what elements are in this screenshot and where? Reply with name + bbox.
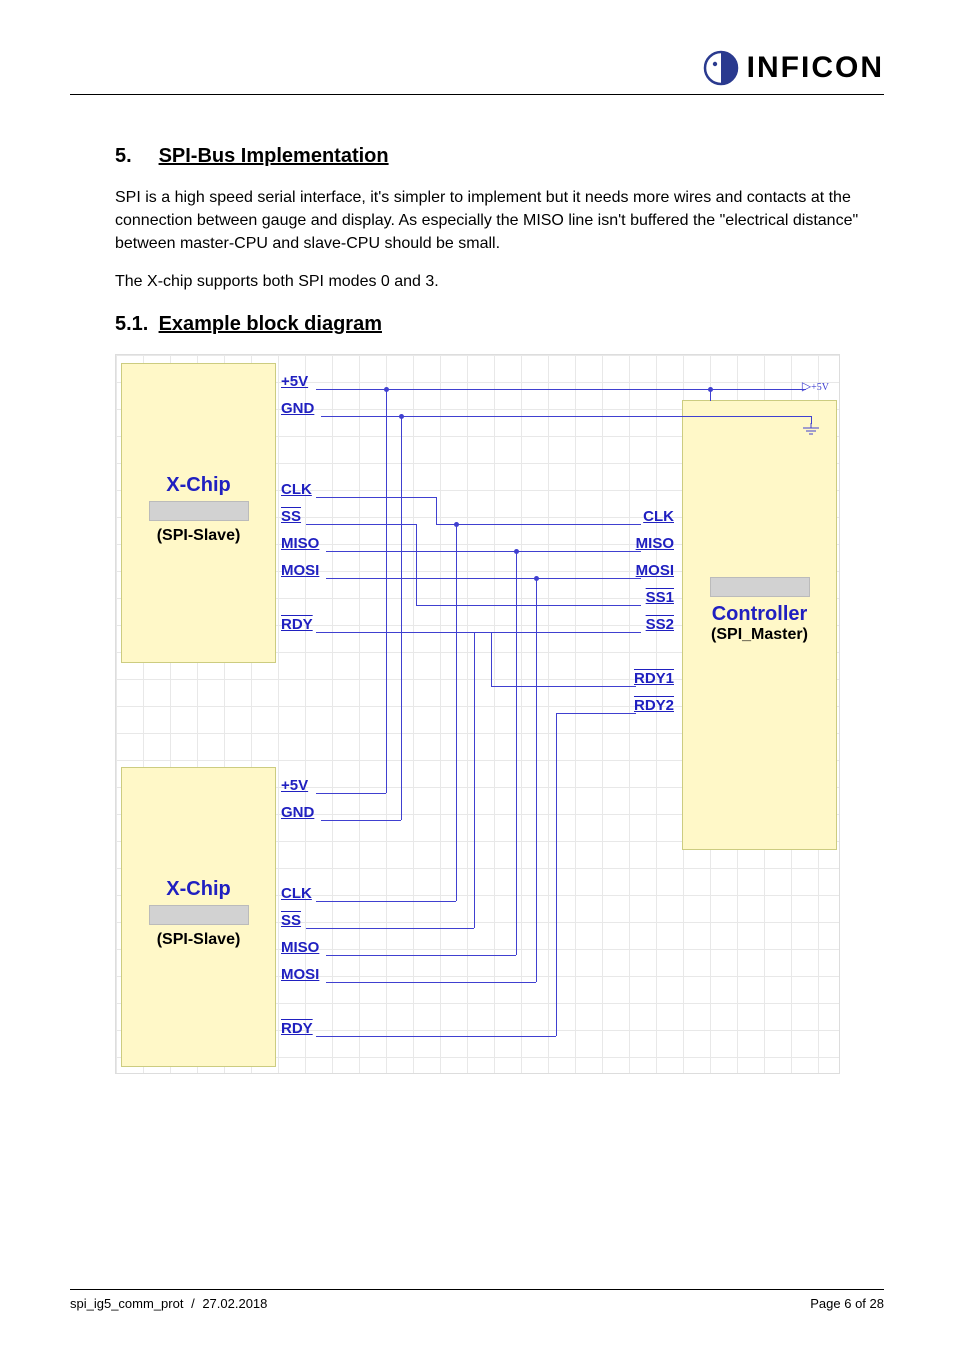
wire xyxy=(516,551,517,955)
pin-label-clk-2: CLK xyxy=(281,885,312,902)
wire-junction xyxy=(384,387,389,392)
pin-label-ss: SS xyxy=(281,508,301,525)
wire xyxy=(316,901,456,902)
block-greybar xyxy=(149,905,249,925)
inficon-logo-icon xyxy=(703,50,739,86)
wire-junction xyxy=(514,549,519,554)
block-greybar xyxy=(710,577,810,597)
paragraph-1: SPI is a high speed serial interface, it… xyxy=(115,186,884,256)
wire xyxy=(556,713,557,1036)
pin-label-rdy1-ctrl: RDY1 xyxy=(634,670,674,687)
wire xyxy=(401,416,402,820)
pin-label-rdy2-ctrl: RDY2 xyxy=(634,697,674,714)
section-heading-bus: 5. SPI-Bus Implementation xyxy=(115,145,884,168)
footer-separator: / xyxy=(191,1296,195,1311)
footer-date: 27.02.2018 xyxy=(202,1296,267,1311)
wire xyxy=(316,632,491,633)
company-name: INFICON xyxy=(747,51,884,85)
pin-label-ss1-ctrl: SS1 xyxy=(646,589,674,606)
company-logo: INFICON xyxy=(703,50,884,86)
power-5v-symbol: ▷+5V xyxy=(802,379,829,394)
wire xyxy=(321,820,401,821)
block-xchip-1: X-Chip (SPI-Slave) xyxy=(121,363,276,663)
wire xyxy=(811,416,812,424)
page-header: INFICON xyxy=(70,50,884,95)
wire-junction xyxy=(534,576,539,581)
pin-label-miso-ctrl: MISO xyxy=(636,535,674,552)
wire xyxy=(436,524,641,525)
wire-junction xyxy=(399,414,404,419)
wire xyxy=(326,578,641,579)
footer-doc-name: spi_ig5_comm_prot xyxy=(70,1296,183,1311)
block-subtitle: (SPI-Slave) xyxy=(122,931,275,949)
wire xyxy=(326,551,641,552)
section-body-bus: SPI is a high speed serial interface, it… xyxy=(115,186,884,293)
section-heading-diagram: 5.1. Example block diagram xyxy=(115,313,884,336)
block-title: X-Chip xyxy=(122,878,275,901)
block-diagram: X-Chip (SPI-Slave) X-Chip (SPI-Slave) Co… xyxy=(115,354,840,1074)
wire xyxy=(556,713,636,714)
pin-label-ss-2: SS xyxy=(281,912,301,929)
pin-label-gnd-2: GND xyxy=(281,804,314,821)
wire xyxy=(306,524,416,525)
wire xyxy=(316,389,806,390)
pin-label-mosi-ctrl: MOSI xyxy=(636,562,674,579)
wire xyxy=(316,1036,556,1037)
pin-label-miso-2: MISO xyxy=(281,939,319,956)
wire xyxy=(491,632,492,686)
wire xyxy=(326,982,536,983)
section-title: Example block diagram xyxy=(159,313,382,335)
wire xyxy=(474,632,641,633)
wire-junction xyxy=(708,387,713,392)
pin-label-mosi-2: MOSI xyxy=(281,966,319,983)
wire xyxy=(436,497,437,524)
paragraph-2: The X-chip supports both SPI modes 0 and… xyxy=(115,270,884,293)
wire-junction xyxy=(454,522,459,527)
pin-label-ss2-ctrl: SS2 xyxy=(646,616,674,633)
footer-left: spi_ig5_comm_prot / 27.02.2018 xyxy=(70,1296,267,1311)
footer-page: Page 6 of 28 xyxy=(810,1296,884,1311)
wire xyxy=(326,955,516,956)
wire xyxy=(416,524,417,605)
wire xyxy=(306,928,474,929)
ground-symbol xyxy=(801,423,821,441)
block-subtitle: (SPI-Slave) xyxy=(122,527,275,545)
wire xyxy=(491,686,636,687)
wire xyxy=(474,632,475,928)
block-greybar xyxy=(149,501,249,521)
wire xyxy=(456,524,457,901)
pin-label-5v-2: +5V xyxy=(281,777,308,794)
section-number: 5. xyxy=(115,145,153,168)
wire xyxy=(316,793,386,794)
section-title: SPI-Bus Implementation xyxy=(159,145,389,167)
page-footer: spi_ig5_comm_prot / 27.02.2018 Page 6 of… xyxy=(70,1289,884,1311)
pin-label-5v: +5V xyxy=(281,373,308,390)
block-subtitle: (SPI_Master) xyxy=(683,626,836,644)
pin-label-rdy: RDY xyxy=(281,616,313,633)
diagram-container: X-Chip (SPI-Slave) X-Chip (SPI-Slave) Co… xyxy=(115,354,884,1074)
pin-label-clk-ctrl: CLK xyxy=(643,508,674,525)
block-title: Controller xyxy=(683,603,836,626)
block-xchip-2: X-Chip (SPI-Slave) xyxy=(121,767,276,1067)
pin-label-mosi: MOSI xyxy=(281,562,319,579)
block-controller: Controller (SPI_Master) xyxy=(682,400,837,850)
wire xyxy=(536,578,537,982)
wire xyxy=(416,605,641,606)
wire xyxy=(386,389,387,793)
pin-label-rdy-2: RDY xyxy=(281,1020,313,1037)
page-content: 5. SPI-Bus Implementation SPI is a high … xyxy=(70,145,884,1074)
pin-label-gnd: GND xyxy=(281,400,314,417)
wire xyxy=(316,497,436,498)
block-title: X-Chip xyxy=(122,474,275,497)
section-number: 5.1. xyxy=(115,313,153,336)
wire xyxy=(321,416,811,417)
pin-label-clk: CLK xyxy=(281,481,312,498)
pin-label-miso: MISO xyxy=(281,535,319,552)
